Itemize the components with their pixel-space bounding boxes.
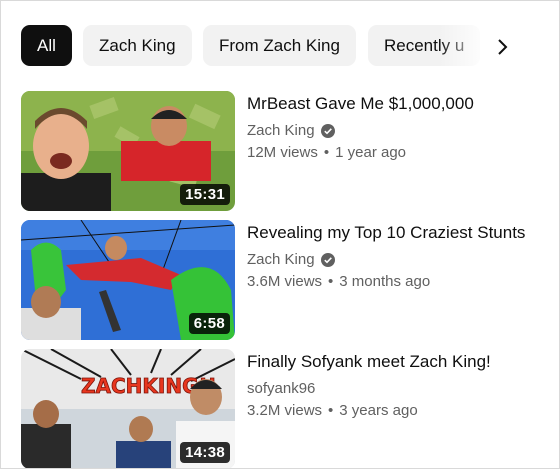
view-count: 3.2M views xyxy=(247,402,323,419)
video-item[interactable]: 6:58 Revealing my Top 10 Craziest Stunts… xyxy=(21,220,541,342)
video-item[interactable]: ZACHKING!! 14:38 Finally Sofyank meet Za… xyxy=(21,349,541,468)
separator-dot: • xyxy=(328,273,334,290)
view-count: 12M views xyxy=(247,144,318,161)
channel-name[interactable]: sofyank96 xyxy=(247,380,315,397)
channel-name-row[interactable]: Zach King xyxy=(247,251,537,268)
video-meta: Finally Sofyank meet Zach King! sofyank9… xyxy=(247,349,537,419)
channel-name-row[interactable]: sofyank96 xyxy=(247,380,537,397)
verified-badge-icon xyxy=(320,123,335,138)
video-title[interactable]: Finally Sofyank meet Zach King! xyxy=(247,349,537,374)
video-stats: 3.2M views • 3 years ago xyxy=(247,402,537,419)
video-title[interactable]: MrBeast Gave Me $1,000,000 xyxy=(247,91,537,116)
video-thumbnail[interactable]: ZACHKING!! 14:38 xyxy=(21,349,235,468)
chips-next-button[interactable] xyxy=(489,31,517,63)
chip-zach-king[interactable]: Zach King xyxy=(83,25,192,66)
separator-dot: • xyxy=(328,402,334,419)
separator-dot: • xyxy=(323,144,330,161)
upload-age: 3 months ago xyxy=(339,273,431,290)
video-duration-badge: 6:58 xyxy=(188,313,230,334)
upload-age: 1 year ago xyxy=(335,144,407,161)
video-meta: MrBeast Gave Me $1,000,000 Zach King 12M… xyxy=(247,91,537,161)
upload-age: 3 years ago xyxy=(339,402,418,419)
video-thumbnail[interactable]: 6:58 xyxy=(21,220,235,340)
view-count: 3.6M views xyxy=(247,273,323,290)
video-thumbnail[interactable]: 15:31 xyxy=(21,91,235,211)
video-item[interactable]: 15:31 MrBeast Gave Me $1,000,000 Zach Ki… xyxy=(21,91,541,213)
filter-chip-bar: All Zach King From Zach King Recently u xyxy=(21,25,521,67)
video-duration-badge: 15:31 xyxy=(180,184,230,205)
video-title[interactable]: Revealing my Top 10 Craziest Stunts xyxy=(247,220,537,245)
video-duration-badge: 14:38 xyxy=(180,442,230,463)
channel-name[interactable]: Zach King xyxy=(247,251,315,268)
chip-from-zach-king[interactable]: From Zach King xyxy=(203,25,356,66)
video-meta: Revealing my Top 10 Craziest Stunts Zach… xyxy=(247,220,537,290)
channel-name-row[interactable]: Zach King xyxy=(247,122,537,139)
video-stats: 12M views • 1 year ago xyxy=(247,144,537,161)
chevron-right-icon xyxy=(498,39,508,55)
channel-name[interactable]: Zach King xyxy=(247,122,315,139)
video-panel: All Zach King From Zach King Recently u xyxy=(0,0,560,469)
chip-all[interactable]: All xyxy=(21,25,72,66)
video-stats: 3.6M views • 3 months ago xyxy=(247,273,537,290)
verified-badge-icon xyxy=(320,252,335,267)
